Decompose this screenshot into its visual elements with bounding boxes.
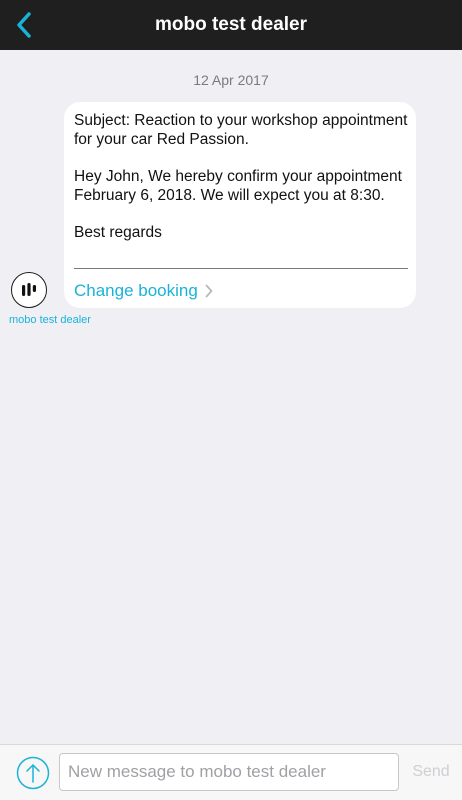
sender-name: mobo test dealer — [9, 314, 91, 326]
message-composer: Send — [0, 744, 462, 800]
page-title: mobo test dealer — [154, 14, 308, 35]
message-divider — [74, 268, 408, 269]
message-input[interactable] — [59, 753, 399, 791]
message-text: Subject: Reaction to your workshop appoi… — [74, 111, 410, 260]
chevron-right-icon — [205, 284, 213, 298]
date-separator: 12 Apr 2017 — [193, 72, 269, 88]
avatar[interactable] — [11, 272, 47, 308]
message-thread[interactable]: 12 Apr 2017 Subject: Reaction to your wo… — [0, 50, 462, 744]
upload-arrow-icon — [16, 756, 50, 790]
message-subject: Subject: Reaction to your workshop appoi… — [74, 112, 408, 148]
mobo-logo-icon — [22, 283, 36, 296]
change-booking-label: Change booking — [74, 281, 198, 300]
attach-button[interactable] — [16, 756, 50, 790]
send-button[interactable]: Send — [407, 753, 455, 791]
message-bubble: Subject: Reaction to your workshop appoi… — [64, 102, 416, 308]
change-booking-button[interactable]: Change booking — [74, 279, 213, 303]
message-closing: Best regards — [74, 224, 162, 241]
navigation-bar: mobo test dealer — [0, 0, 462, 50]
message-body: Hey John, We hereby confirm your appoint… — [74, 168, 402, 204]
